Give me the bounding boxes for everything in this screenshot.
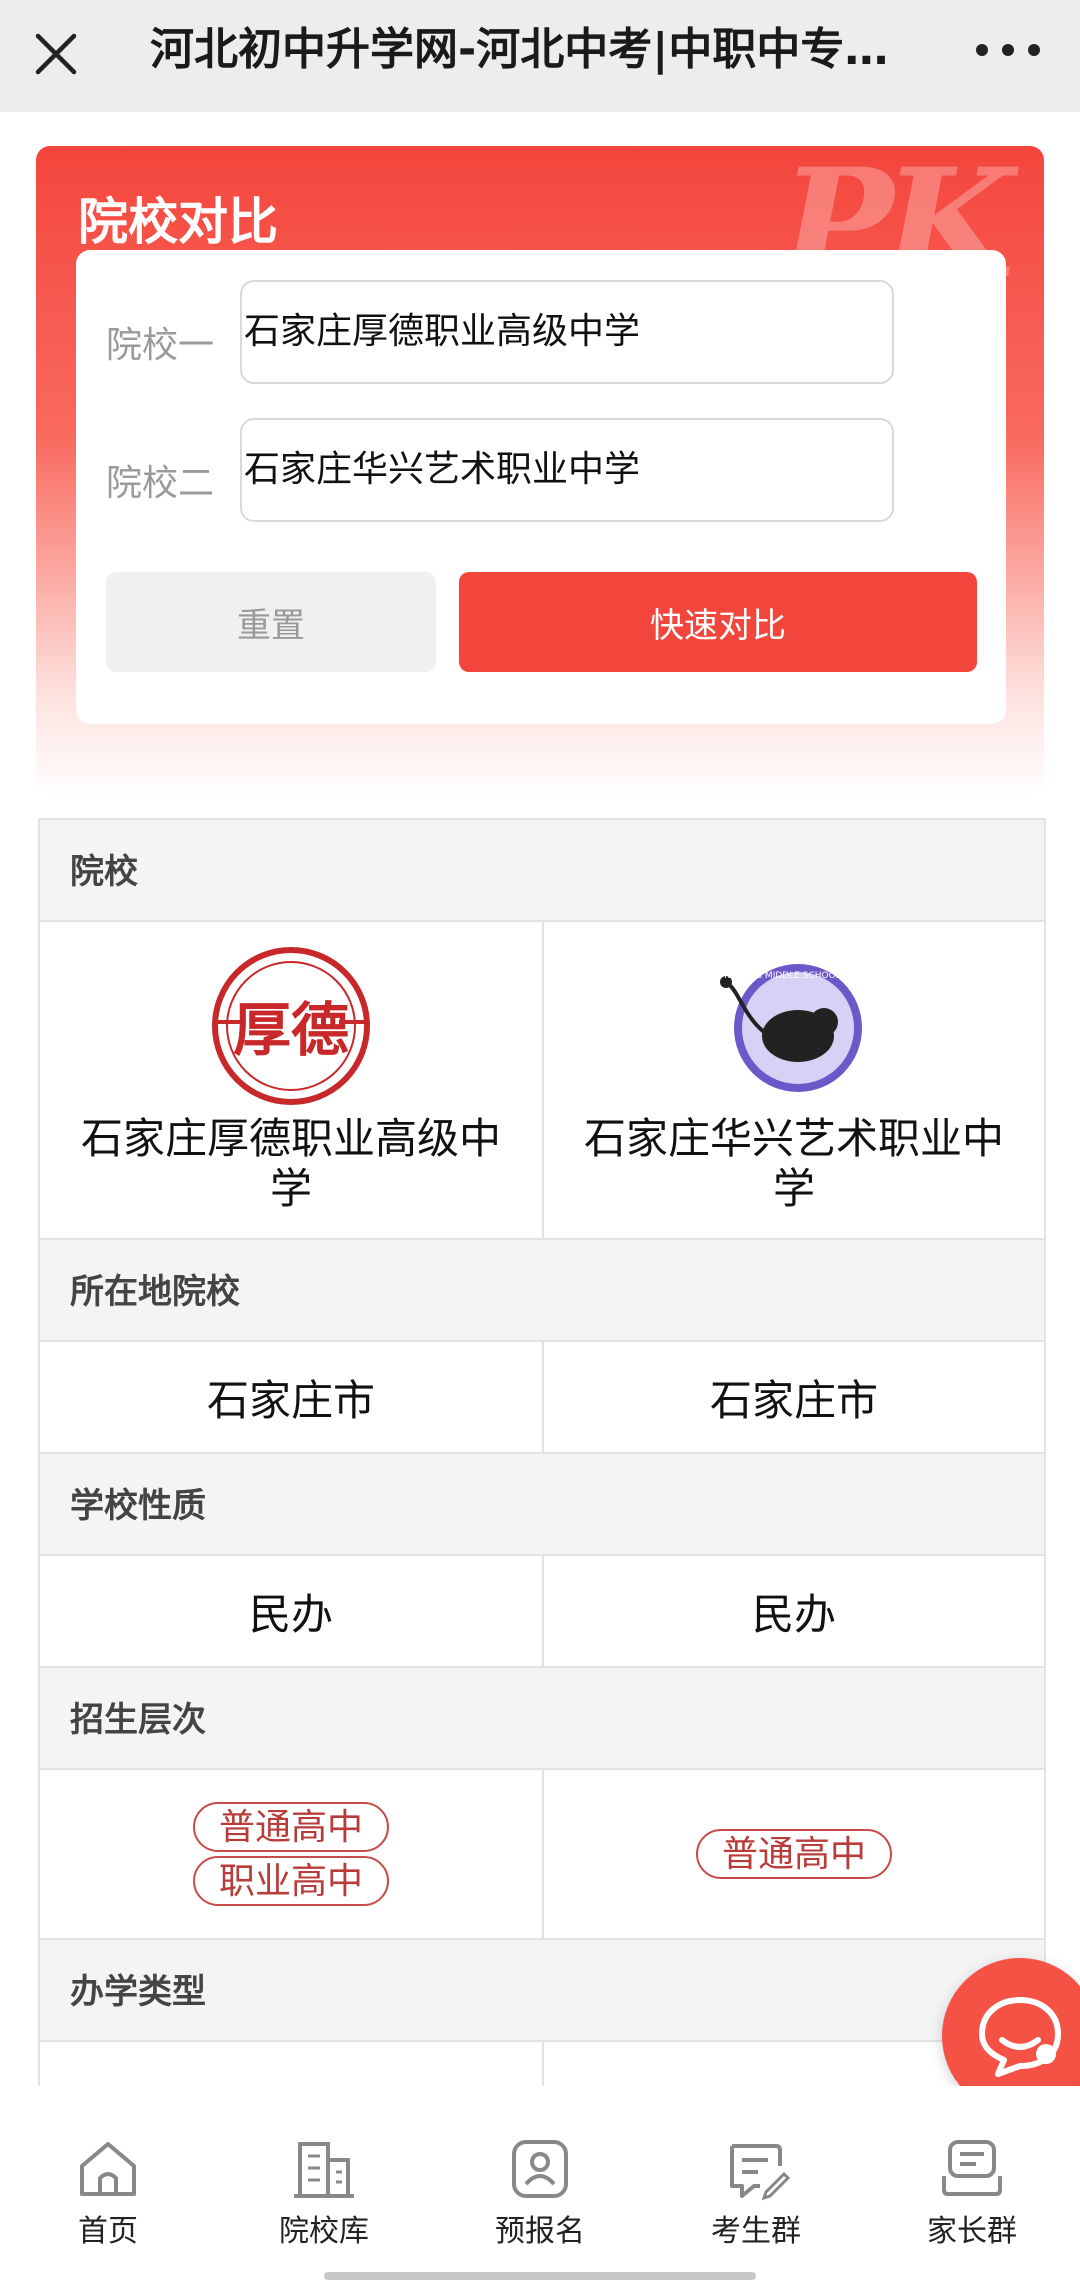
more-icon[interactable] <box>968 30 1048 70</box>
levels-row: 普通高中 职业高中 普通高中 <box>40 1770 1044 1938</box>
houde-school-logo: 厚德 <box>212 947 370 1105</box>
nav-label-parent-group: 家长群 <box>927 2214 1017 2249</box>
school-cell-right[interactable]: HUAXING MIDDLE SCHOOL OF ART 石家庄华兴艺术职业中学 <box>542 922 1044 1238</box>
user-badge-icon <box>512 2140 568 2198</box>
school-name-right: 石家庄华兴艺术职业中学 <box>583 1114 1004 1213</box>
quick-compare-button[interactable]: 快速对比 <box>459 572 977 672</box>
bottom-nav: 首页 院校库 预报名 考生群 家长群 <box>0 2086 1080 2283</box>
section-header-school: 院校 <box>40 818 1044 922</box>
school-logo-row: 厚德 石家庄厚德职业高级中学 HUAXING MIDDLE SCHOOL OF … <box>40 922 1044 1238</box>
section-header-levels: 招生层次 <box>40 1666 1044 1770</box>
nav-label-schools: 院校库 <box>279 2214 369 2249</box>
nav-item-home[interactable]: 首页 <box>0 2086 216 2283</box>
location-left: 石家庄市 <box>40 1342 542 1452</box>
home-icon <box>80 2142 136 2196</box>
location-row: 石家庄市 石家庄市 <box>40 1342 1044 1452</box>
nav-label-student-group: 考生群 <box>711 2214 801 2249</box>
school-two-label: 院校二 <box>106 463 215 504</box>
level-tag: 普通高中 <box>695 1829 892 1879</box>
school-building-icon <box>294 2142 354 2198</box>
school-two-field[interactable]: 石家庄华兴艺术职业中学 <box>240 418 894 522</box>
school-cell-left[interactable]: 厚德 石家庄厚德职业高级中学 <box>40 922 542 1238</box>
levels-left: 普通高中 职业高中 <box>40 1770 542 1938</box>
location-right: 石家庄市 <box>542 1342 1044 1452</box>
school-name-left: 石家庄厚德职业高级中学 <box>80 1114 501 1213</box>
title-bar: 河北初中升学网-河北中考|中职中专学校大全 <box>0 0 1080 112</box>
section-header-school-type: 办学类型 <box>40 1938 1044 2042</box>
page-title: 河北初中升学网-河北中考|中职中专学校大全 <box>150 24 920 75</box>
nav-item-parent-group[interactable]: 家长群 <box>864 2086 1080 2283</box>
houde-logo-text: 厚德 <box>233 996 349 1064</box>
nav-item-student-group[interactable]: 考生群 <box>648 2086 864 2283</box>
levels-right: 普通高中 <box>542 1770 1044 1938</box>
compare-table: 院校 厚德 石家庄厚德职业高级中学 HUAXING MIDDLE SCHOOL … <box>38 818 1046 2152</box>
chat-group-icon <box>942 2140 1002 2196</box>
huaxing-school-logo: HUAXING MIDDLE SCHOOL OF ART <box>720 964 874 1092</box>
nav-label-home: 首页 <box>78 2214 138 2249</box>
section-header-nature: 学校性质 <box>40 1452 1044 1556</box>
nature-right: 民办 <box>542 1556 1044 1666</box>
level-tag: 职业高中 <box>192 1856 389 1906</box>
nature-left: 民办 <box>40 1556 542 1666</box>
home-indicator <box>324 2272 756 2280</box>
reset-button[interactable]: 重置 <box>106 572 436 672</box>
school-one-field[interactable]: 石家庄厚德职业高级中学 <box>240 280 894 384</box>
level-tag: 普通高中 <box>192 1802 389 1852</box>
huaxing-logo-text: HUAXING MIDDLE SCHOOL OF ART <box>720 971 874 981</box>
nature-row: 民办 民办 <box>40 1556 1044 1666</box>
school-one-label: 院校一 <box>106 325 215 366</box>
nav-item-preregister[interactable]: 预报名 <box>432 2086 648 2283</box>
nav-item-schools[interactable]: 院校库 <box>216 2086 432 2283</box>
close-icon[interactable] <box>24 22 88 86</box>
compare-form: 院校一 石家庄厚德职业高级中学 院校二 石家庄华兴艺术职业中学 重置 快速对比 <box>76 250 1006 724</box>
nav-label-preregister: 预报名 <box>495 2214 585 2249</box>
section-header-location: 所在地院校 <box>40 1238 1044 1342</box>
compare-title: 院校对比 <box>78 193 278 251</box>
chat-edit-icon <box>730 2144 791 2201</box>
compare-card: PK 院校对比 院校一 石家庄厚德职业高级中学 院校二 石家庄华兴艺术职业中学 … <box>36 146 1044 796</box>
